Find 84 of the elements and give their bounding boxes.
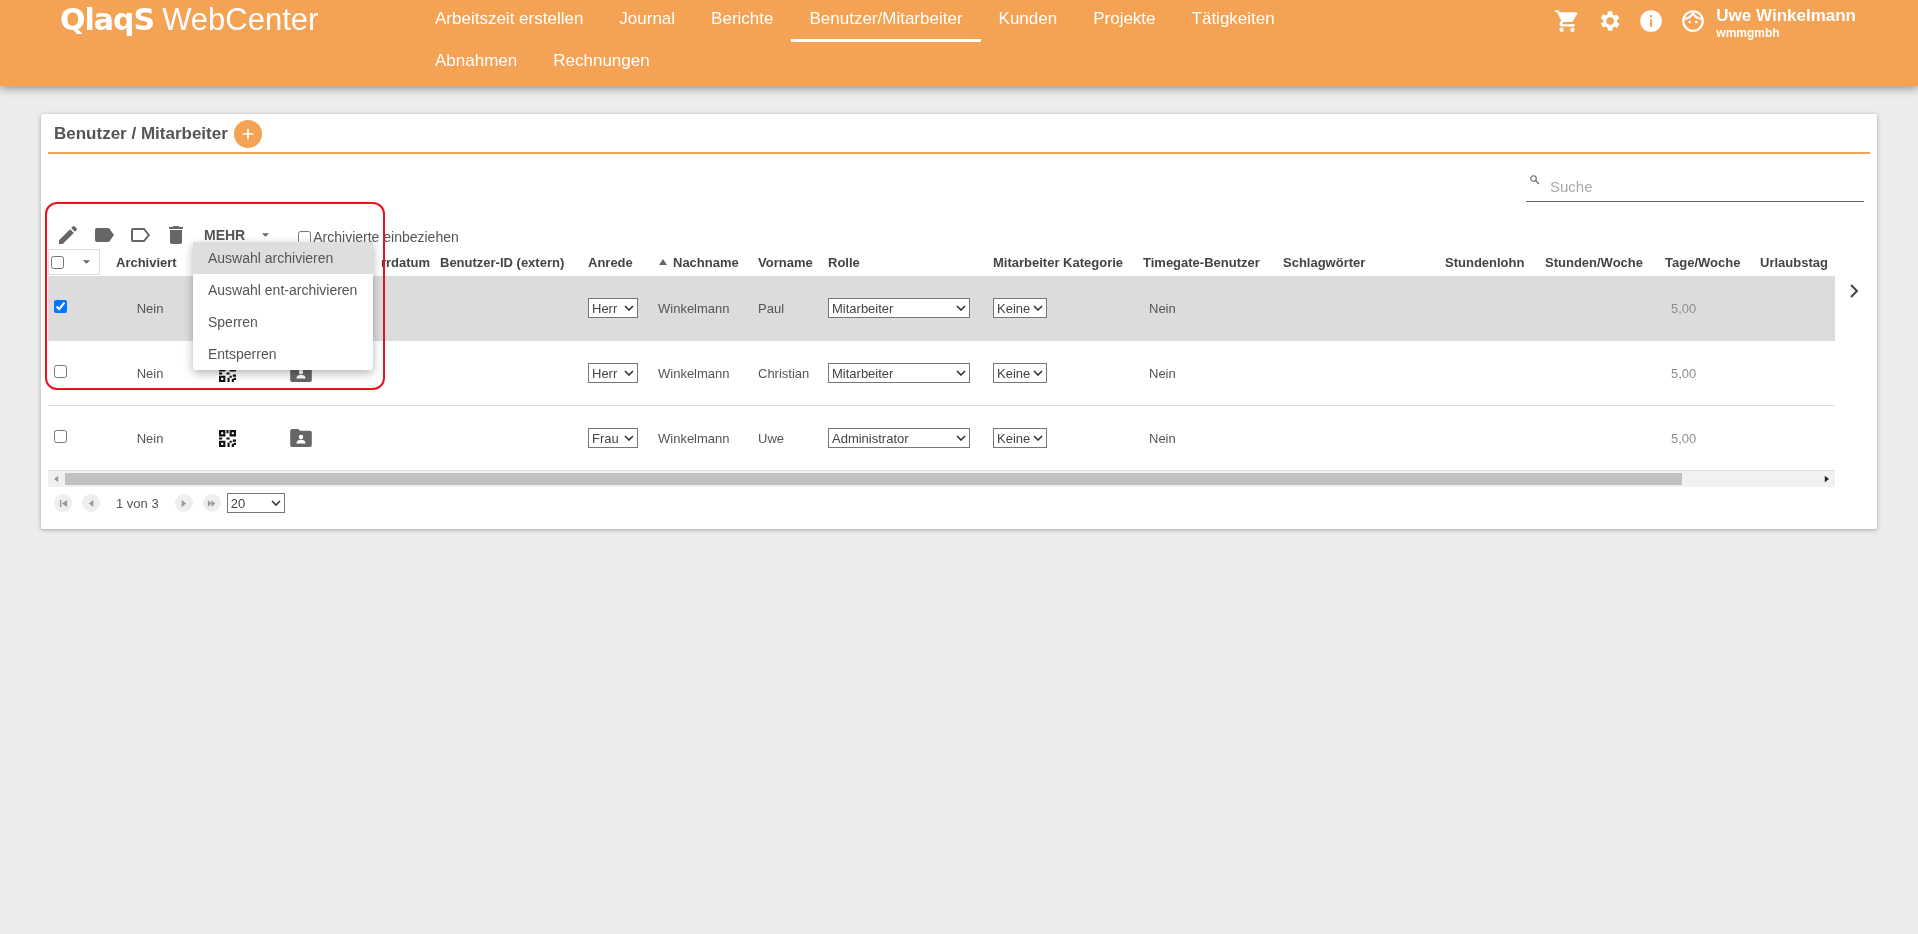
chevron-right-icon[interactable] [1849,283,1859,299]
search-icon [1529,174,1541,186]
column-header[interactable]: Schlagwörter [1283,254,1366,270]
caret-icon[interactable] [82,259,91,265]
column-header[interactable]: Stunden/Woche [1545,254,1643,270]
caret-icon[interactable] [261,232,271,238]
column-header[interactable]: Rolle [828,254,860,270]
column-header[interactable]: Stundenlohn [1445,254,1525,270]
category-select[interactable]: Keine [993,428,1048,448]
table-cell: 5,00 [1671,365,1697,381]
caret-icon [624,305,634,311]
next-page-button[interactable] [174,494,193,512]
row-checkbox[interactable] [54,365,67,378]
previous-page-icon [86,498,96,508]
horizontal-scrollbar[interactable] [48,471,1835,487]
table-cell: Winkelmann [658,300,730,316]
column-header[interactable]: Tage/Woche [1665,254,1741,270]
salutation-select[interactable]: Herr [588,298,638,318]
table-cell: Uwe [758,430,784,446]
column-header[interactable]: Nachname [658,254,739,270]
caret-icon [956,435,966,441]
logo-text: QlaqS [60,2,155,37]
column-header[interactable]: Vorname [758,254,813,270]
column-header[interactable]: Urlaubstag [1760,254,1828,270]
more-button[interactable]: MEHR [200,227,250,243]
last-page-button[interactable] [202,494,221,512]
archived-checkbox[interactable] [298,230,312,244]
category-select[interactable]: Keine [993,298,1048,318]
table-cell: 5,00 [1671,300,1697,316]
caret-icon [624,435,634,441]
table-cell: Paul [758,300,785,316]
menu-item[interactable]: Auswahl archivieren [193,242,373,274]
role-select[interactable]: Administrator [828,428,970,448]
scroll-left-icon[interactable] [54,475,59,483]
table-cell: Nein [1149,365,1176,381]
column-header[interactable]: Mitarbeiter Kategorie [993,254,1124,270]
row-checkbox[interactable] [54,430,67,443]
search-field[interactable]: Suche [1526,168,1864,202]
role-select[interactable]: Mitarbeiter [828,363,970,383]
select-all-control[interactable] [48,249,100,275]
first-page-button[interactable] [54,494,72,512]
table-cell: Winkelmann [658,430,730,446]
app-name: WebCenter [162,2,319,38]
last-page-icon [207,498,217,508]
next-page-icon [179,498,189,508]
table-cell: Nein [136,365,164,381]
menu-item[interactable]: Entsperren [193,338,373,370]
column-header[interactable]: Anrede [588,254,633,270]
company-name: wmmgmbh [1716,26,1781,40]
column-header[interactable]: Benutzer-ID (extern) [440,254,565,270]
archived-label: Archivierte einbeziehen [313,229,459,245]
caret-icon [956,305,966,311]
page-title: Benutzer / Mitarbeiter [54,124,228,144]
user-folder-icon[interactable] [290,429,312,447]
column-header[interactable]: Archiviert [116,254,177,270]
menu-item[interactable]: Auswahl ent-archivieren [193,274,373,306]
column-header[interactable]: Timegate-Benutzer [1143,254,1260,270]
caret-icon [956,370,966,376]
select-all-checkbox[interactable] [51,255,64,269]
table-cell: Nein [136,430,164,446]
caret-icon [1033,305,1044,311]
caret-icon [1033,435,1044,441]
menu-item[interactable]: Sperren [193,306,373,338]
salutation-select[interactable]: Herr [588,363,638,383]
page-info: 1 von 3 [116,495,159,511]
table-cell: Christian [758,365,810,381]
caret-icon [270,500,281,506]
row-checkbox[interactable] [54,300,67,313]
caret-icon [1033,370,1044,376]
table-cell: 5,00 [1671,430,1697,446]
caret-icon [624,370,634,376]
first-page-icon [58,498,68,508]
qr-code-icon[interactable] [218,429,236,447]
category-select[interactable]: Keine [993,363,1048,383]
table-cell: Nein [1149,300,1176,316]
page-size-select[interactable]: 20 [226,493,285,513]
table-cell: Nein [1149,430,1176,446]
previous-page-button[interactable] [82,494,100,512]
role-select[interactable]: Mitarbeiter [828,298,970,318]
salutation-select[interactable]: Frau [588,428,638,448]
edit-icon[interactable] [56,223,80,247]
scroll-right-icon[interactable] [1824,475,1829,483]
table-cell: Winkelmann [658,365,730,381]
table-cell: Nein [136,300,164,316]
